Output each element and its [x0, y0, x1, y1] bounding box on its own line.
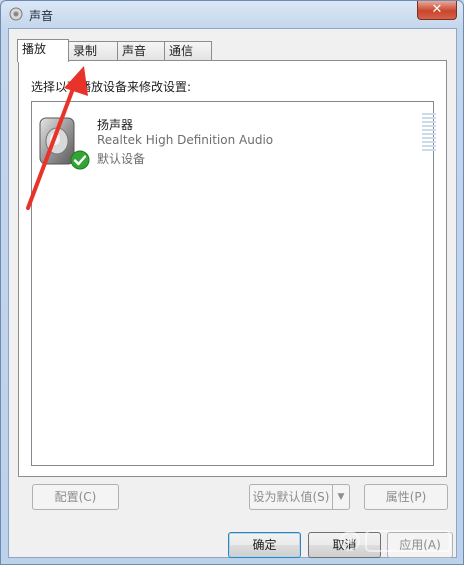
tab-sounds[interactable]: 声音 — [117, 41, 165, 60]
list-item[interactable]: 扬声器 Realtek High Definition Audio 默认设备 — [34, 110, 436, 170]
instruction-label: 选择以下播放设备来修改设置: — [31, 80, 192, 94]
tab-playback[interactable]: 播放 — [17, 39, 69, 62]
window-title: 声音 — [29, 9, 54, 23]
sound-dialog: 声音 ✕ 播放 录制 声音 通信 选择以下播放设备来修改设置: 扬声器 Real… — [0, 0, 464, 565]
volume-meter — [422, 113, 436, 153]
title-bar: 声音 ✕ — [1, 1, 463, 27]
set-default-dropdown[interactable]: ▼ — [332, 484, 350, 510]
playback-panel: 选择以下播放设备来修改设置: 扬声器 Realtek High Definiti… — [18, 60, 447, 477]
tab-recording[interactable]: 录制 — [68, 41, 118, 60]
speaker-icon — [9, 7, 23, 21]
device-status: 默认设备 — [97, 152, 146, 166]
checkmark-icon — [70, 150, 90, 170]
device-description: Realtek High Definition Audio — [97, 133, 274, 147]
configure-button[interactable]: 配置(C) — [32, 484, 119, 510]
watermark-logo — [340, 530, 451, 552]
ok-button[interactable]: 确定 — [228, 532, 301, 558]
chevron-down-icon: ▼ — [337, 492, 345, 502]
close-button[interactable]: ✕ — [417, 1, 457, 20]
device-name: 扬声器 — [97, 118, 134, 132]
dialog-client: 播放 录制 声音 通信 选择以下播放设备来修改设置: 扬声器 Realtek H… — [8, 28, 457, 558]
tab-communications[interactable]: 通信 — [164, 41, 212, 60]
device-list[interactable]: 扬声器 Realtek High Definition Audio 默认设备 — [31, 101, 436, 466]
set-default-button[interactable]: 设为默认值(S) — [249, 484, 333, 510]
properties-button[interactable]: 属性(P) — [364, 484, 448, 510]
